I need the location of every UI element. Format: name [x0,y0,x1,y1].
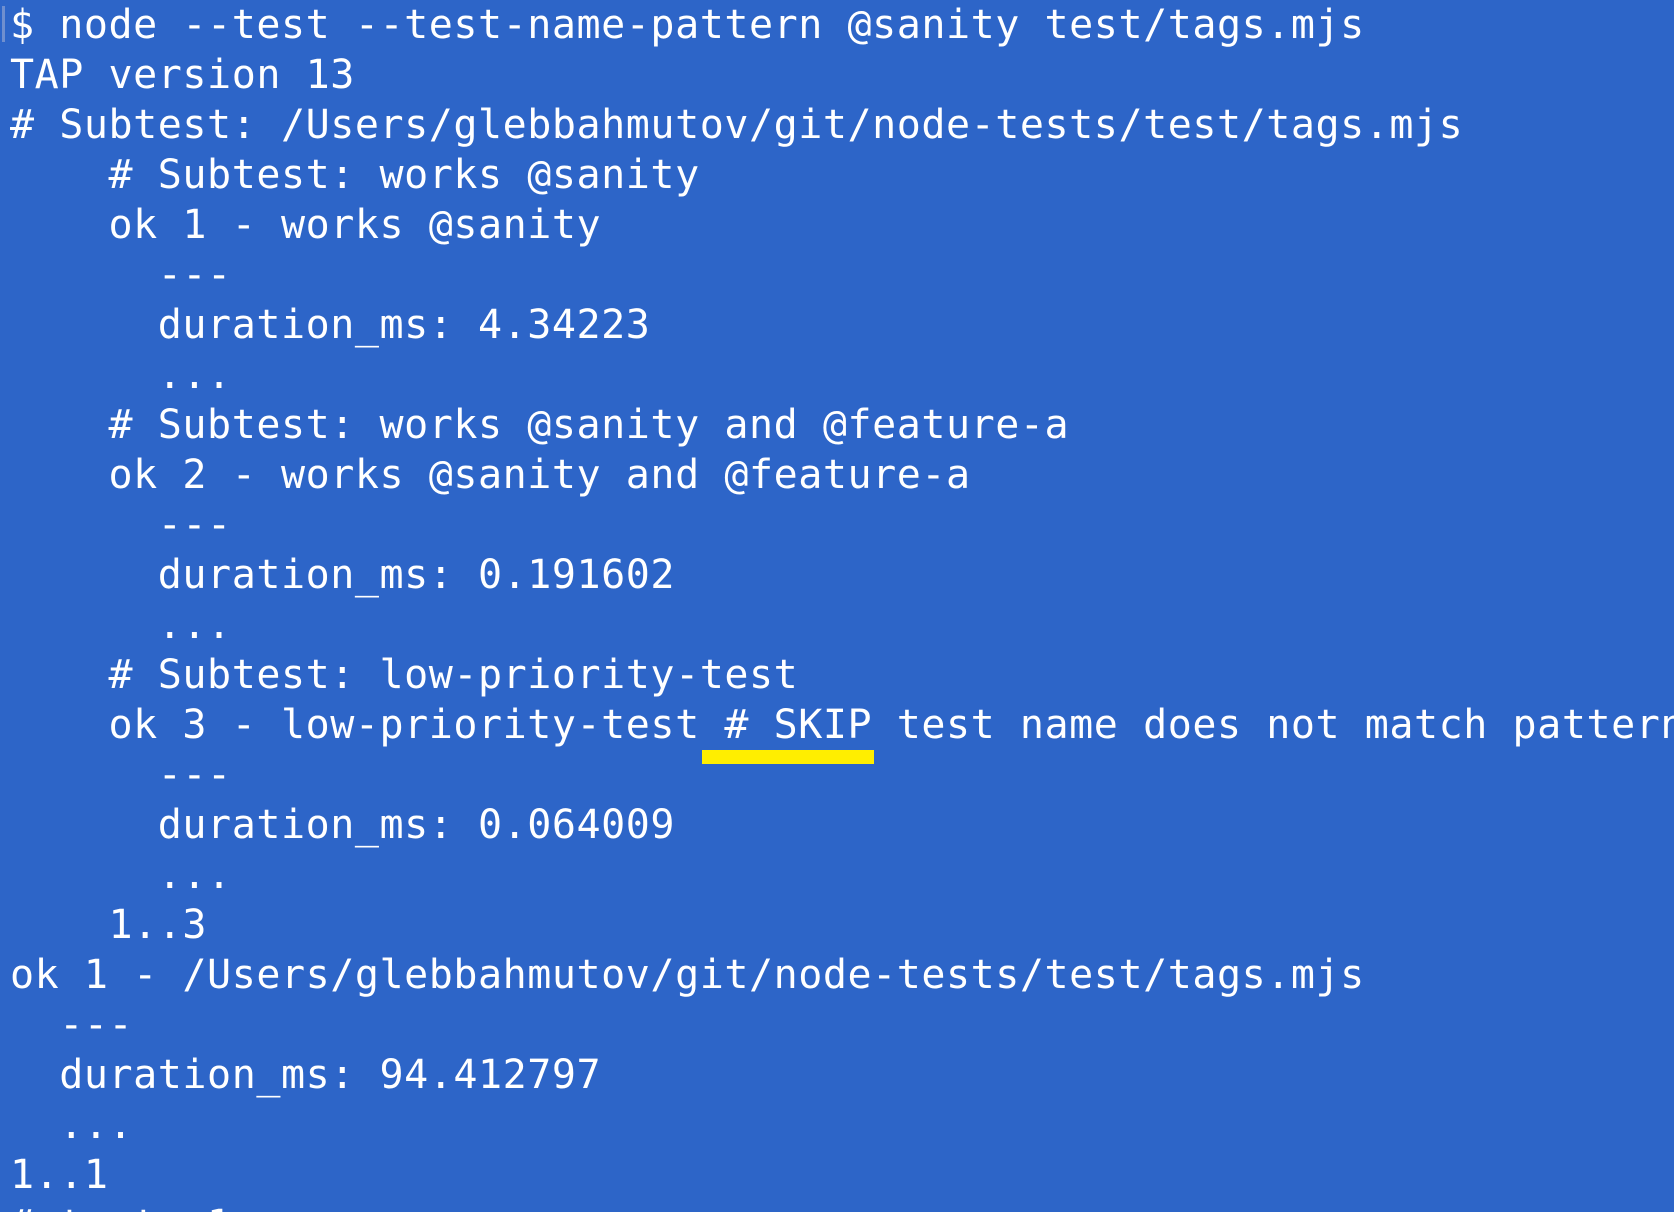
output-line: # tests 1 [10,1200,232,1212]
output-line: --- [10,1002,134,1048]
output-line: # Subtest: works @sanity [10,152,700,198]
output-line: duration_ms: 0.191602 [10,552,676,598]
output-line: ok 2 - works @sanity and @feature-a [10,452,971,498]
skip-output-line: ok 3 - low-priority-test # SKIP test nam… [10,702,1674,748]
output-line: # Subtest: works @sanity and @feature-a [10,402,1070,448]
output-line: ... [10,352,232,398]
output-line: --- [10,502,232,548]
output-line: 1..3 [10,902,208,948]
output-line: duration_ms: 4.34223 [10,302,651,348]
cursor-mark [2,6,5,42]
output-line: ... [10,1102,134,1148]
skip-underline-highlight [702,750,874,764]
output-line: ok 1 - works @sanity [10,202,602,248]
output-line: ok 1 - /Users/glebbahmutov/git/node-test… [10,952,1365,998]
output-line: ... [10,602,232,648]
output-line: --- [10,252,232,298]
output-line: 1..1 [10,1152,109,1198]
output-line: --- [10,752,232,798]
terminal-window[interactable]: $ node --test --test-name-pattern @sanit… [0,0,1674,1212]
output-line: # Subtest: /Users/glebbahmutov/git/node-… [10,102,1464,148]
output-line: # Subtest: low-priority-test [10,652,799,698]
output-line: duration_ms: 0.064009 [10,802,676,848]
output-line: duration_ms: 94.412797 [10,1052,602,1098]
output-line: TAP version 13 [10,52,355,98]
output-line: ... [10,852,232,898]
command-line: $ node --test --test-name-pattern @sanit… [10,2,1365,48]
